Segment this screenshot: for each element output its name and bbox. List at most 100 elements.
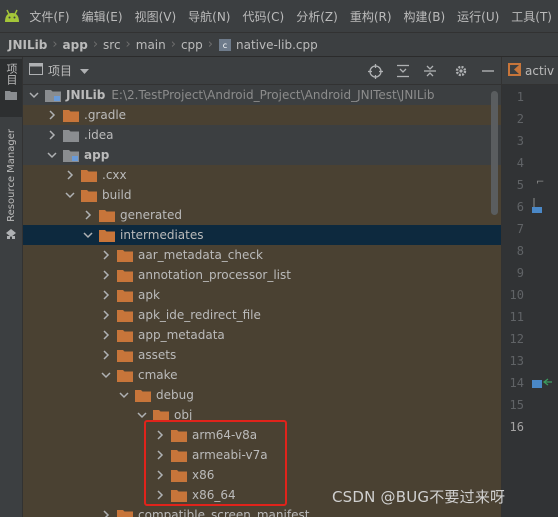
menu-file[interactable]: 文件(F) [23,8,75,25]
project-pane-header: 项目 [23,57,501,85]
chevron-down-icon[interactable] [45,145,59,165]
breadcrumb-item-app[interactable]: app [63,38,88,52]
folder-icon [117,265,133,285]
collapse-all-icon[interactable] [422,64,437,79]
tree-item-label: .cxx [102,168,127,182]
dropdown-arrow-icon [80,64,90,78]
folder-icon [99,225,115,245]
tree-row-gradle[interactable]: .gradle [23,105,501,125]
breadcrumb-item-src[interactable]: src [103,38,121,52]
line-number: 2 [516,112,524,126]
module-folder-icon [45,85,61,105]
editor-tab-label[interactable]: activ [525,64,554,78]
locate-icon[interactable] [368,63,383,79]
resource-manager-tool-tab[interactable]: Resource Manager [0,129,22,299]
tree-row-aar-metadata-check[interactable]: aar_metadata_check [23,245,501,265]
folder-icon [81,165,97,185]
minimize-icon[interactable] [480,64,495,79]
line-number: 7 [516,222,524,236]
module-folder-icon [63,145,79,165]
line-number: 9 [516,266,524,280]
chevron-right-icon: › [207,37,213,52]
menu-build[interactable]: 构建(B) [398,8,452,25]
tree-row-cmake[interactable]: cmake [23,365,501,385]
breadcrumb-item-jnilib[interactable]: JNILib [8,38,47,52]
menu-code[interactable]: 代码(C) [236,8,290,25]
chevron-right-icon[interactable] [81,205,95,225]
line-number: 10 [509,288,524,302]
menu-edit[interactable]: 编辑(E) [76,8,129,25]
annotation-highlight-box [144,420,287,506]
folder-icon [81,185,97,205]
breadcrumb: JNILib › app › src › main › cpp › c nati… [0,32,558,57]
override-marker-icon[interactable] [532,198,544,217]
implementation-marker-icon[interactable] [532,374,554,393]
tree-row-jnilib[interactable]: JNILib E:\2.TestProject\Android_Project\… [23,85,501,105]
gear-icon[interactable] [453,64,468,79]
breadcrumb-item-native-lib[interactable]: native-lib.cpp [236,38,318,52]
line-number: 3 [516,134,524,148]
folder-icon [117,505,133,517]
tree-item-label: annotation_processor_list [138,268,291,282]
tree-row-app[interactable]: app [23,145,501,165]
chevron-right-icon[interactable] [45,105,59,125]
tree-item-label: aar_metadata_check [138,248,263,262]
android-logo-icon [0,0,23,32]
chevron-down-icon[interactable] [63,185,77,205]
chevron-right-icon[interactable] [45,125,59,145]
chevron-down-icon[interactable] [99,365,113,385]
tree-row-app-metadata[interactable]: app_metadata [23,325,501,345]
chevron-right-icon[interactable] [99,325,113,345]
tree-row-apk-ide-redirect-file[interactable]: apk_ide_redirect_file [23,305,501,325]
tree-row-idea[interactable]: .idea [23,125,501,145]
tree-item-label: JNILib [66,88,106,102]
tree-item-label: apk [138,288,160,302]
chevron-right-icon[interactable] [99,505,113,517]
project-window-icon [29,63,43,78]
chevron-right-icon: › [92,37,99,52]
tree-item-label: generated [120,208,182,222]
menu-view[interactable]: 视图(V) [129,8,183,25]
tree-item-label: app [84,148,110,162]
tree-item-label: assets [138,348,177,362]
menu-refactor[interactable]: 重构(R) [344,8,398,25]
project-pane-title: 项目 [48,64,73,78]
chevron-down-icon[interactable] [81,225,95,245]
tree-row-annotation-processor-list[interactable]: annotation_processor_list [23,265,501,285]
tree-row-cxx[interactable]: .cxx [23,165,501,185]
line-number: 8 [516,244,524,258]
chevron-down-icon[interactable] [117,385,131,405]
resource-manager-label: Resource Manager [5,129,17,222]
chevron-right-icon[interactable] [99,245,113,265]
watermark: CSDN @BUG不要过来呀 [332,488,506,506]
menu-run[interactable]: 运行(U) [451,8,505,25]
breadcrumb-item-cpp[interactable]: cpp [181,38,203,52]
folder-icon [5,89,17,103]
menu-analyze[interactable]: 分析(Z) [290,8,344,25]
menu-navigate[interactable]: 导航(N) [182,8,236,25]
tree-row-assets[interactable]: assets [23,345,501,365]
tree-row-apk[interactable]: apk [23,285,501,305]
fold-marker-icon[interactable]: ⌐ [536,177,546,191]
project-tree-scrollbar[interactable] [491,91,498,215]
chevron-right-icon[interactable] [99,345,113,365]
chevron-right-icon[interactable] [99,285,113,305]
tree-row-intermediates[interactable]: intermediates [23,225,501,245]
menu-tools[interactable]: 工具(T) [505,8,558,25]
line-number: 15 [509,398,524,412]
tree-row-debug[interactable]: debug [23,385,501,405]
line-number: 4 [516,156,524,170]
chevron-right-icon[interactable] [99,265,113,285]
chevron-right-icon[interactable] [63,165,77,185]
project-view-selector[interactable]: 项目 [29,62,90,79]
tree-row-build[interactable]: build [23,185,501,205]
expand-all-icon[interactable] [395,64,410,79]
project-tool-tab[interactable]: 项目 [0,59,22,117]
project-pane-tools [368,57,495,85]
folder-icon [117,245,133,265]
tree-row-generated[interactable]: generated [23,205,501,225]
tree-item-label: .gradle [84,108,127,122]
breadcrumb-item-main[interactable]: main [136,38,166,52]
chevron-right-icon[interactable] [99,305,113,325]
chevron-down-icon[interactable] [27,85,41,105]
